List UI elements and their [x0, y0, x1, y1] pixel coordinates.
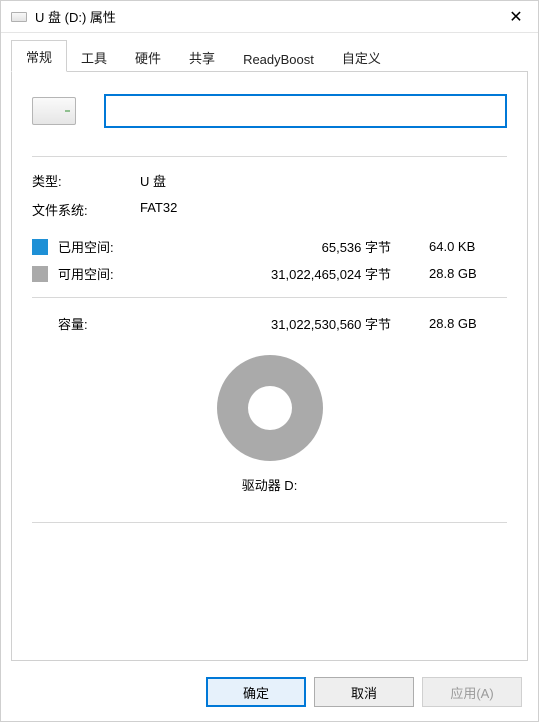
cancel-button[interactable]: 取消 — [314, 677, 414, 707]
title-bar: U 盘 (D:) 属性 ✕ — [1, 1, 538, 33]
close-button[interactable]: ✕ — [496, 7, 536, 27]
capacity-label: 容量: — [58, 314, 150, 333]
tab-readyboost[interactable]: ReadyBoost — [229, 46, 328, 72]
free-space-row: 可用空间: 31,022,465,024 字节 28.8 GB — [32, 264, 507, 283]
ok-button[interactable]: 确定 — [206, 677, 306, 707]
tab-strip: 常规 工具 硬件 共享 ReadyBoost 自定义 — [11, 41, 528, 71]
drive-large-icon — [32, 97, 76, 125]
type-label: 类型: — [32, 171, 140, 190]
drive-caption: 驱动器 D: — [32, 475, 507, 494]
used-space-swatch — [32, 239, 48, 255]
properties-dialog: U 盘 (D:) 属性 ✕ 常规 工具 硬件 共享 ReadyBoost 自定义… — [0, 0, 539, 722]
tab-general[interactable]: 常规 — [11, 40, 67, 72]
used-space-human: 64.0 KB — [429, 239, 507, 254]
dialog-content: 常规 工具 硬件 共享 ReadyBoost 自定义 类型: U 盘 文件系统:… — [1, 33, 538, 661]
drive-icon — [11, 12, 27, 22]
capacity-bytes: 31,022,530,560 字节 — [150, 314, 429, 333]
usage-pie-chart — [217, 355, 323, 461]
tab-sharing[interactable]: 共享 — [175, 42, 229, 72]
tab-tools[interactable]: 工具 — [67, 42, 121, 72]
type-value: U 盘 — [140, 171, 166, 190]
divider — [32, 156, 507, 157]
apply-button[interactable]: 应用(A) — [422, 677, 522, 707]
used-space-label: 已用空间: — [58, 237, 150, 256]
free-space-human: 28.8 GB — [429, 266, 507, 281]
capacity-row: 容量: 31,022,530,560 字节 28.8 GB — [32, 314, 507, 333]
used-space-row: 已用空间: 65,536 字节 64.0 KB — [32, 237, 507, 256]
window-title: U 盘 (D:) 属性 — [35, 7, 496, 26]
dialog-buttons: 确定 取消 应用(A) — [206, 677, 522, 707]
free-space-swatch — [32, 266, 48, 282]
capacity-human: 28.8 GB — [429, 316, 507, 331]
free-space-label: 可用空间: — [58, 264, 150, 283]
divider — [32, 297, 507, 298]
free-space-bytes: 31,022,465,024 字节 — [150, 264, 429, 283]
tab-panel-general: 类型: U 盘 文件系统: FAT32 已用空间: 65,536 字节 64.0… — [11, 71, 528, 661]
divider — [32, 522, 507, 523]
filesystem-value: FAT32 — [140, 200, 177, 219]
used-space-bytes: 65,536 字节 — [150, 237, 429, 256]
close-icon: ✕ — [509, 9, 522, 26]
tab-customize[interactable]: 自定义 — [328, 42, 395, 72]
volume-label-input[interactable] — [104, 94, 507, 128]
tab-hardware[interactable]: 硬件 — [121, 42, 175, 72]
filesystem-label: 文件系统: — [32, 200, 140, 219]
